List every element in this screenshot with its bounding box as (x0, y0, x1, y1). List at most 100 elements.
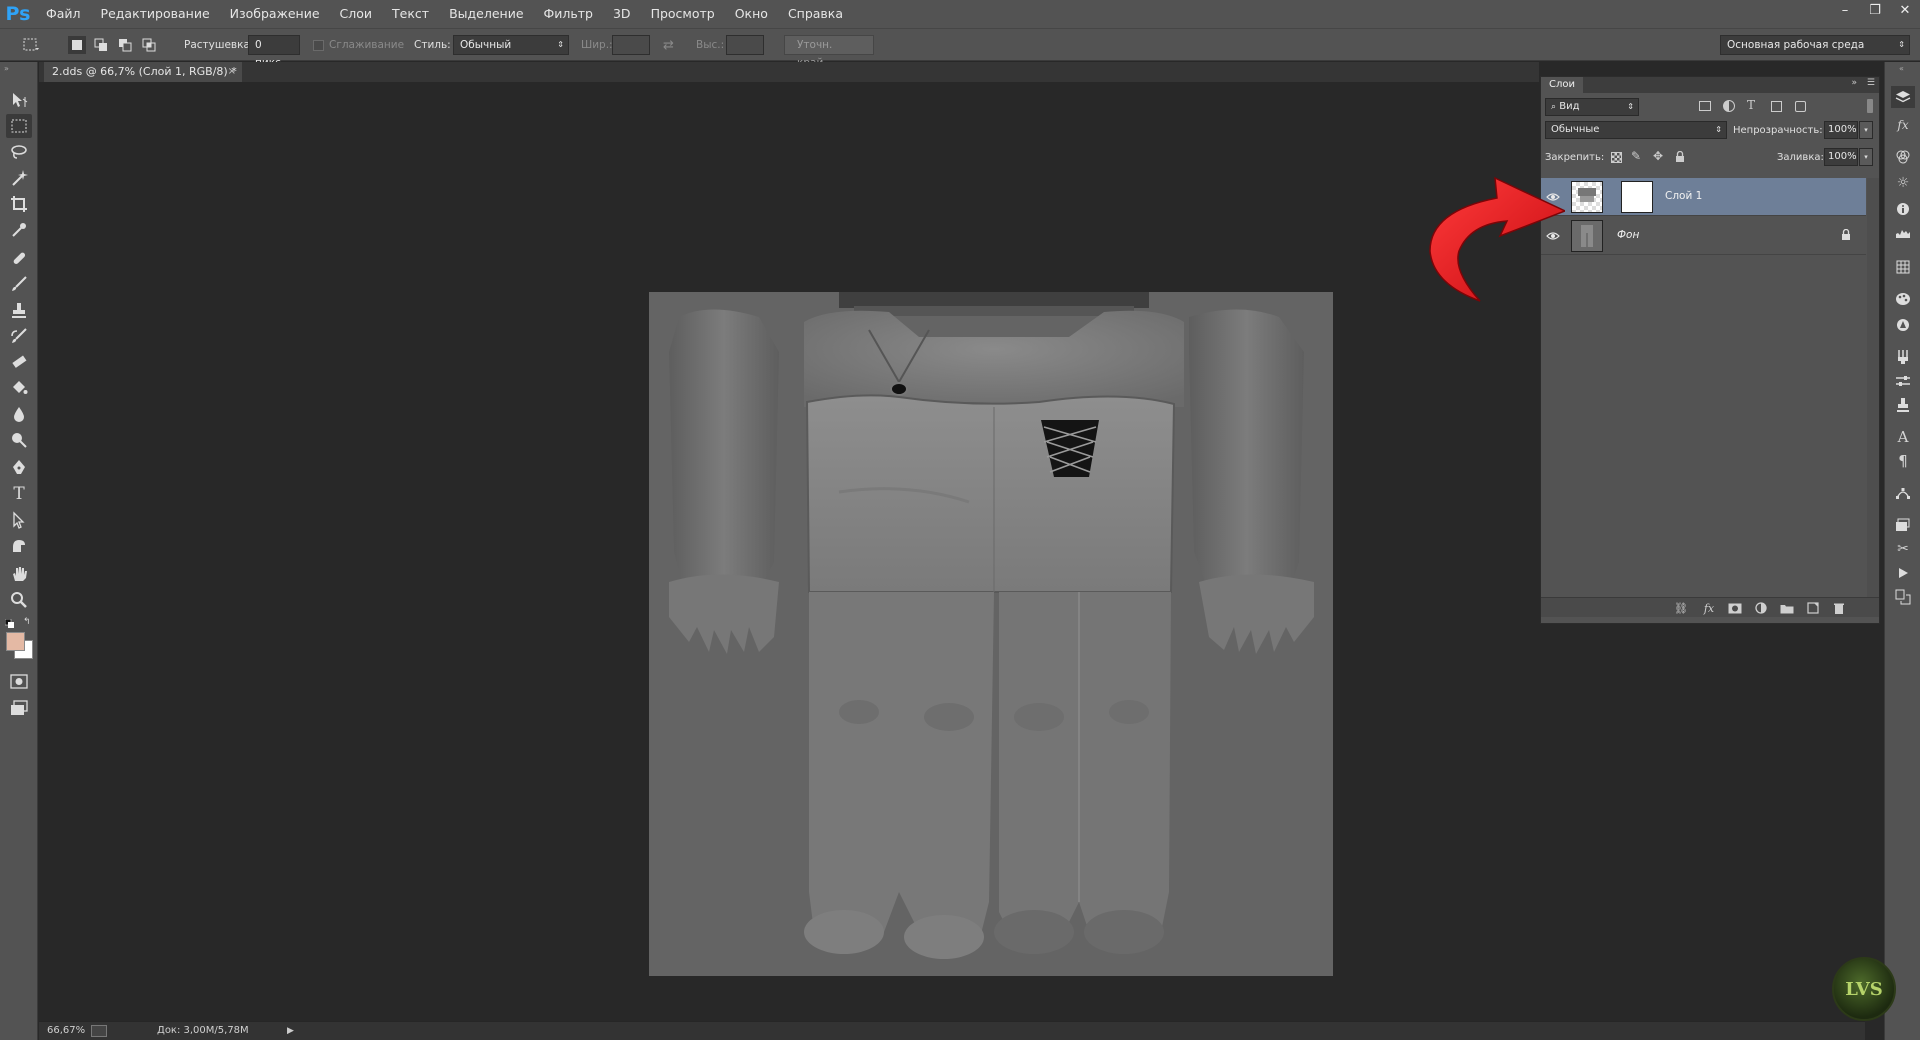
actions-play-icon[interactable] (1891, 562, 1915, 584)
layers-scrollbar[interactable] (1867, 178, 1879, 597)
layer-comps-icon[interactable] (1891, 514, 1915, 536)
info-icon[interactable] (1891, 198, 1915, 220)
restore-button[interactable]: ❐ (1860, 0, 1890, 20)
quick-mask-icon[interactable] (6, 670, 32, 694)
refine-edge-button[interactable]: Уточн. край... (784, 35, 874, 69)
brush-presets-icon[interactable] (1891, 346, 1915, 368)
screen-mode-icon[interactable] (6, 696, 32, 720)
marquee-preset-icon[interactable] (22, 36, 40, 54)
brush-settings-icon[interactable] (1891, 370, 1915, 392)
lasso-tool-icon[interactable] (6, 140, 32, 164)
eyedropper-tool-icon[interactable] (6, 218, 32, 242)
menu-layers[interactable]: Слои (330, 0, 383, 28)
new-layer-icon[interactable] (1805, 601, 1821, 615)
layer-mask-thumbnail[interactable] (1621, 181, 1653, 213)
new-selection-icon[interactable] (68, 36, 86, 54)
channels-icon[interactable] (1891, 146, 1915, 168)
path-selection-tool-icon[interactable] (6, 508, 32, 532)
height-input[interactable] (726, 35, 764, 55)
lock-transparent-icon[interactable] (1611, 152, 1622, 163)
style-select[interactable]: Обычный ⇕ (453, 35, 569, 55)
fill-input[interactable]: 100% (1824, 148, 1858, 166)
add-selection-icon[interactable] (92, 36, 110, 54)
lock-all-icon[interactable] (1675, 150, 1685, 166)
close-document-icon[interactable]: × (228, 62, 236, 82)
status-menu-arrow-icon[interactable]: ▶ (287, 1026, 294, 1036)
layer-filter-select[interactable]: ⌕ Вид ⇕ (1545, 98, 1639, 116)
workspace-select[interactable]: Основная рабочая среда ⇕ (1720, 35, 1910, 55)
menu-window[interactable]: Окно (725, 0, 778, 28)
image-canvas[interactable] (649, 292, 1333, 976)
status-icon[interactable] (91, 1025, 107, 1037)
menu-view[interactable]: Просмотр (641, 0, 725, 28)
zoom-tool-icon[interactable] (6, 588, 32, 612)
delete-layer-trash-icon[interactable] (1831, 601, 1847, 615)
menu-3d[interactable]: 3D (603, 0, 641, 28)
feather-input[interactable]: 0 пикс. (248, 35, 300, 69)
filter-toggle-switch[interactable] (1867, 99, 1873, 113)
styles-fx-icon[interactable]: fx (1891, 114, 1915, 136)
swatches-grid-icon[interactable] (1891, 256, 1915, 278)
menu-filter[interactable]: Фильтр (534, 0, 603, 28)
zoom-level[interactable]: 66,67% (47, 1025, 85, 1036)
layer-thumbnail[interactable] (1571, 181, 1603, 213)
blur-tool-icon[interactable] (6, 402, 32, 426)
layer-style-fx-icon[interactable]: fx (1701, 601, 1717, 615)
eraser-tool-icon[interactable] (6, 350, 32, 374)
layer-name[interactable]: Фон (1617, 229, 1639, 241)
paths-icon[interactable] (1891, 482, 1915, 504)
navigator-icon[interactable] (1891, 314, 1915, 336)
character-icon[interactable]: A (1891, 426, 1915, 448)
close-button[interactable]: ✕ (1890, 0, 1920, 20)
filter-pixel-icon[interactable] (1699, 101, 1711, 111)
minimize-button[interactable]: – (1830, 0, 1860, 20)
paragraph-icon[interactable]: ¶ (1891, 450, 1915, 472)
add-mask-icon[interactable] (1727, 601, 1743, 615)
intersect-selection-icon[interactable] (140, 36, 158, 54)
magic-wand-tool-icon[interactable] (6, 166, 32, 190)
menu-image[interactable]: Изображение (220, 0, 330, 28)
history-icon[interactable] (1891, 586, 1915, 608)
paint-bucket-tool-icon[interactable] (6, 376, 32, 400)
lock-pixels-icon[interactable]: ✎ (1631, 149, 1641, 163)
link-layers-icon[interactable]: ⛓ (1673, 601, 1689, 615)
document-tab[interactable]: 2.dds @ 66,7% (Слой 1, RGB/8) * × (44, 62, 242, 82)
histogram-icon[interactable] (1891, 222, 1915, 244)
swap-colors-icon[interactable]: ↰ (23, 617, 31, 627)
collapse-toolbar-icon[interactable]: » (4, 64, 9, 73)
type-tool-icon[interactable]: T (6, 482, 32, 506)
dodge-tool-icon[interactable] (6, 428, 32, 452)
opacity-input[interactable]: 100% (1824, 121, 1858, 139)
menu-file[interactable]: Файл (36, 0, 91, 28)
new-group-folder-icon[interactable] (1779, 601, 1795, 615)
brush-tool-icon[interactable] (6, 272, 32, 296)
panel-menu-icon[interactable]: ☰ (1867, 78, 1875, 88)
menu-select[interactable]: Выделение (439, 0, 533, 28)
menu-type[interactable]: Текст (382, 0, 439, 28)
healing-brush-tool-icon[interactable] (6, 246, 32, 270)
pen-tool-icon[interactable] (6, 456, 32, 480)
collapse-panel-icon[interactable]: » (1851, 78, 1857, 88)
layer-name[interactable]: Слой 1 (1665, 190, 1702, 202)
filter-shape-icon[interactable] (1771, 101, 1782, 112)
new-adjustment-layer-icon[interactable] (1753, 601, 1769, 615)
opacity-dropdown-icon[interactable]: ▾ (1859, 121, 1873, 139)
filter-adjustment-icon[interactable] (1723, 100, 1735, 112)
adjustments-sun-icon[interactable]: ☼ (1891, 172, 1915, 194)
layer-row-fon[interactable]: Фон (1541, 217, 1866, 255)
lock-position-icon[interactable]: ✥ (1653, 149, 1663, 163)
layer-thumbnail[interactable] (1571, 220, 1603, 252)
width-input[interactable] (612, 35, 650, 55)
move-tool-icon[interactable] (6, 88, 32, 112)
fill-dropdown-icon[interactable]: ▾ (1859, 148, 1873, 166)
layer-row-sloy-1[interactable]: Слой 1 (1541, 178, 1866, 216)
blend-mode-select[interactable]: Обычные ⇕ (1545, 121, 1727, 139)
color-palette-icon[interactable] (1891, 288, 1915, 310)
menu-help[interactable]: Справка (778, 0, 853, 28)
default-colors-icon[interactable] (4, 618, 14, 628)
layers-tab[interactable]: Слои (1541, 77, 1583, 93)
history-brush-tool-icon[interactable] (6, 324, 32, 348)
layer-lock-icon[interactable] (1841, 228, 1851, 244)
filter-smart-object-icon[interactable] (1795, 101, 1806, 112)
clone-source-icon[interactable] (1891, 394, 1915, 416)
